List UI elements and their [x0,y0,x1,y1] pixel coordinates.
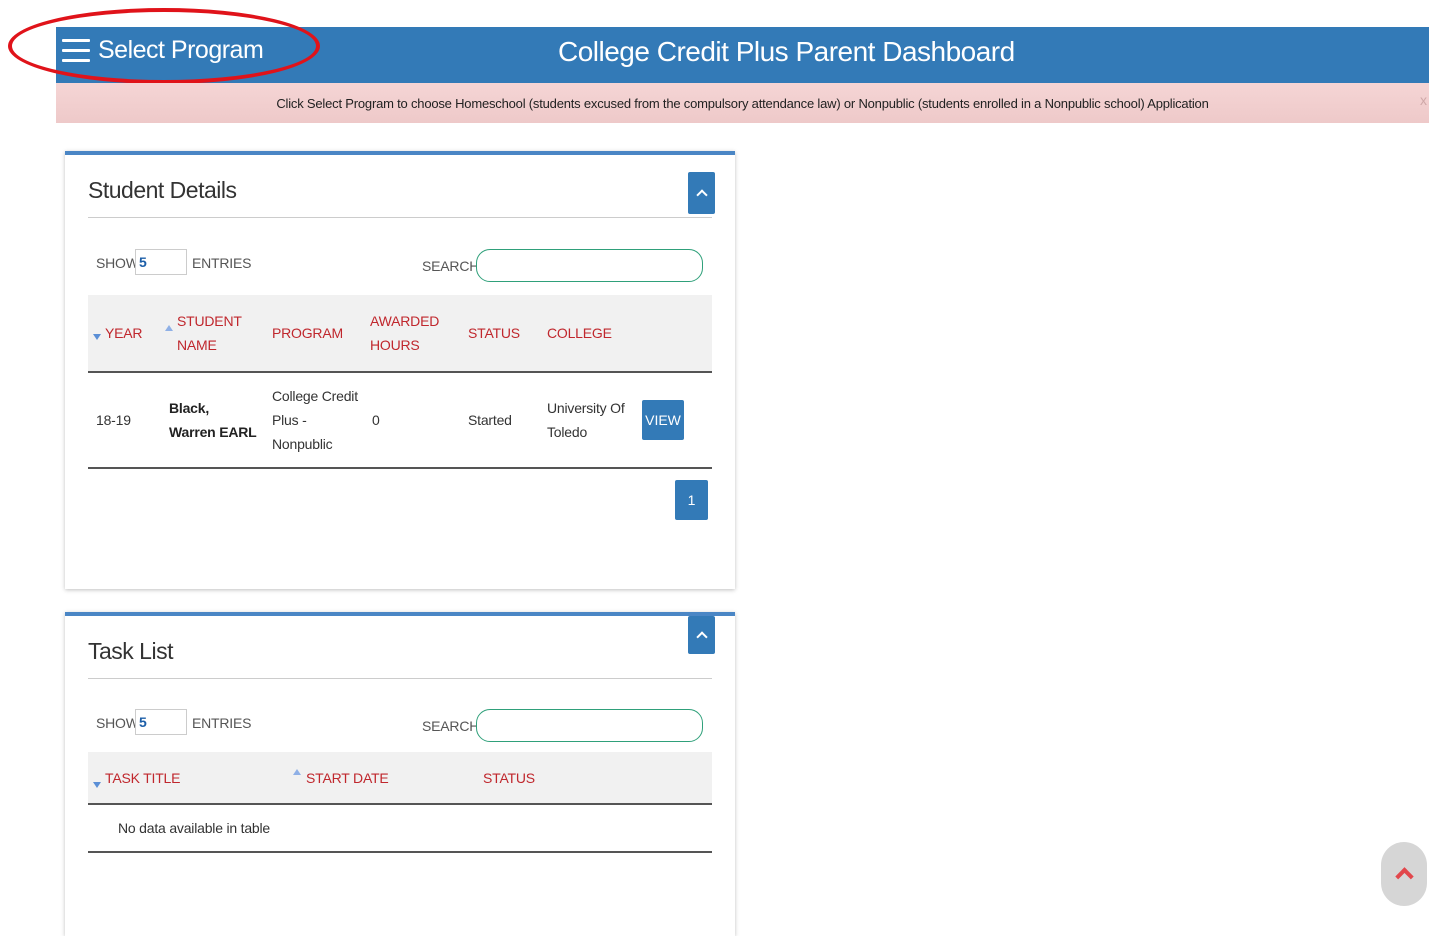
entries-label: ENTRIES [192,715,252,731]
info-alert-banner: Click Select Program to choose Homeschoo… [56,83,1429,123]
column-header-student-name[interactable]: STUDENT NAME [177,309,257,357]
page-title: College Credit Plus Parent Dashboard [558,36,1015,67]
select-program-button[interactable]: Select Program [98,36,264,65]
collapse-panel-chevron-up-icon[interactable] [688,172,715,214]
top-header-bar: Select Program College Credit Plus Paren… [56,27,1429,83]
hamburger-menu-icon[interactable] [62,39,90,63]
entries-label: ENTRIES [192,255,252,271]
search-label: SEARCH: [422,258,483,274]
scroll-to-top-chevron-up-icon[interactable] [1381,842,1427,906]
column-header-year[interactable]: YEAR [105,321,143,345]
cell-college: University Of Toledo [547,400,625,440]
task-list-panel: Task List SHOW ENTRIES SEARCH: TASK TITL… [65,612,735,936]
alert-close-icon[interactable]: x [1420,92,1427,108]
cell-awarded-hours: 0 [372,412,380,428]
panel-title: Task List [88,638,173,664]
column-header-start-date[interactable]: START DATE [306,766,389,790]
panel-divider [88,217,712,218]
entries-per-page-input[interactable] [135,249,187,275]
student-details-panel: Student Details SHOW ENTRIES SEARCH: YEA… [65,151,735,589]
table-divider [88,851,712,853]
sort-asc-icon[interactable] [165,325,173,331]
pagination-page-1[interactable]: 1 [675,480,708,520]
cell-program: College Credit Plus - Nonpublic [272,388,358,452]
search-input[interactable] [476,249,703,282]
sort-asc-icon[interactable] [293,769,301,775]
sort-desc-icon[interactable] [93,334,101,340]
column-header-task-title[interactable]: TASK TITLE [105,766,180,790]
view-button[interactable]: VIEW [642,400,684,440]
cell-status: Started [468,412,512,428]
cell-year: 18-19 [96,412,131,428]
cell-student-name: Black, Warren EARL [169,400,257,440]
column-header-awarded-hours[interactable]: AWARDED HOURS [370,309,440,357]
search-input[interactable] [476,709,703,742]
panel-title: Student Details [88,177,237,203]
empty-table-message: No data available in table [118,820,271,836]
sort-desc-icon[interactable] [93,782,101,788]
collapse-panel-chevron-up-icon[interactable] [688,616,715,654]
show-label: SHOW [96,715,139,731]
table-divider [88,803,712,805]
table-header-row [88,752,712,803]
table-divider [88,371,712,373]
search-label: SEARCH: [422,718,483,734]
column-header-status[interactable]: STATUS [483,766,535,790]
column-header-status[interactable]: STATUS [468,321,520,345]
entries-per-page-input[interactable] [135,709,187,735]
show-label: SHOW [96,255,139,271]
column-header-college[interactable]: COLLEGE [547,321,612,345]
column-header-program[interactable]: PROGRAM [272,321,343,345]
alert-message: Click Select Program to choose Homeschoo… [276,96,1209,111]
table-divider [88,467,712,469]
panel-divider [88,678,712,679]
